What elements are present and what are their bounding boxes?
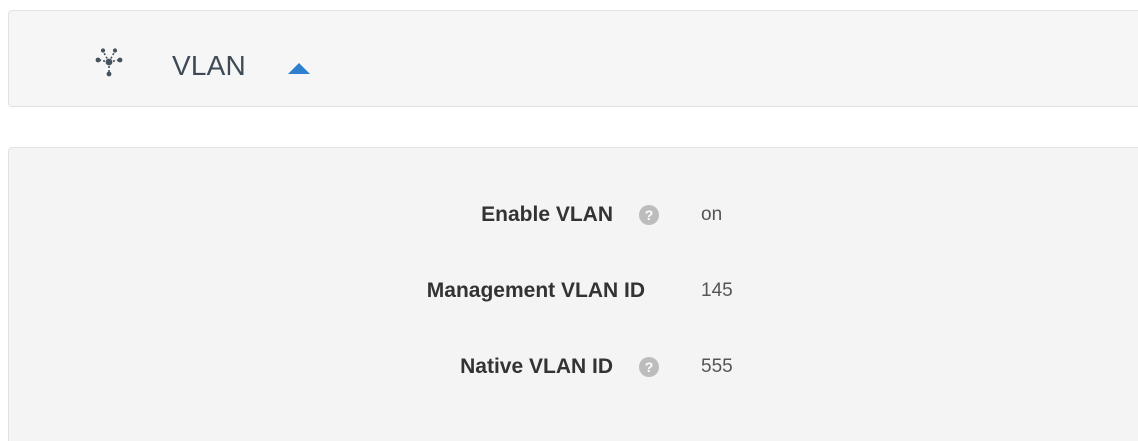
vlan-section-header[interactable]: VLAN	[8, 10, 1138, 107]
setting-value: 555	[701, 356, 733, 377]
setting-row-enable-vlan: Enable VLAN ? on	[9, 200, 1138, 230]
setting-value: on	[701, 204, 723, 225]
setting-row-management-vlan-id: Management VLAN ID 145	[9, 276, 1138, 306]
network-nodes-icon	[94, 47, 124, 77]
setting-value: 145	[701, 280, 733, 301]
section-title: VLAN	[172, 50, 246, 81]
caret-up-icon[interactable]	[288, 63, 310, 74]
setting-label: Native VLAN ID	[460, 355, 613, 378]
setting-row-native-vlan-id: Native VLAN ID ? 555	[9, 352, 1138, 382]
vlan-settings-page: VLAN Enable VLAN ? on Management VLAN ID…	[0, 0, 1138, 441]
help-icon[interactable]: ?	[639, 205, 659, 225]
setting-label: Management VLAN ID	[426, 279, 645, 302]
vlan-settings-panel: Enable VLAN ? on Management VLAN ID 145 …	[8, 147, 1138, 441]
setting-label: Enable VLAN	[481, 203, 613, 226]
help-icon[interactable]: ?	[639, 357, 659, 377]
